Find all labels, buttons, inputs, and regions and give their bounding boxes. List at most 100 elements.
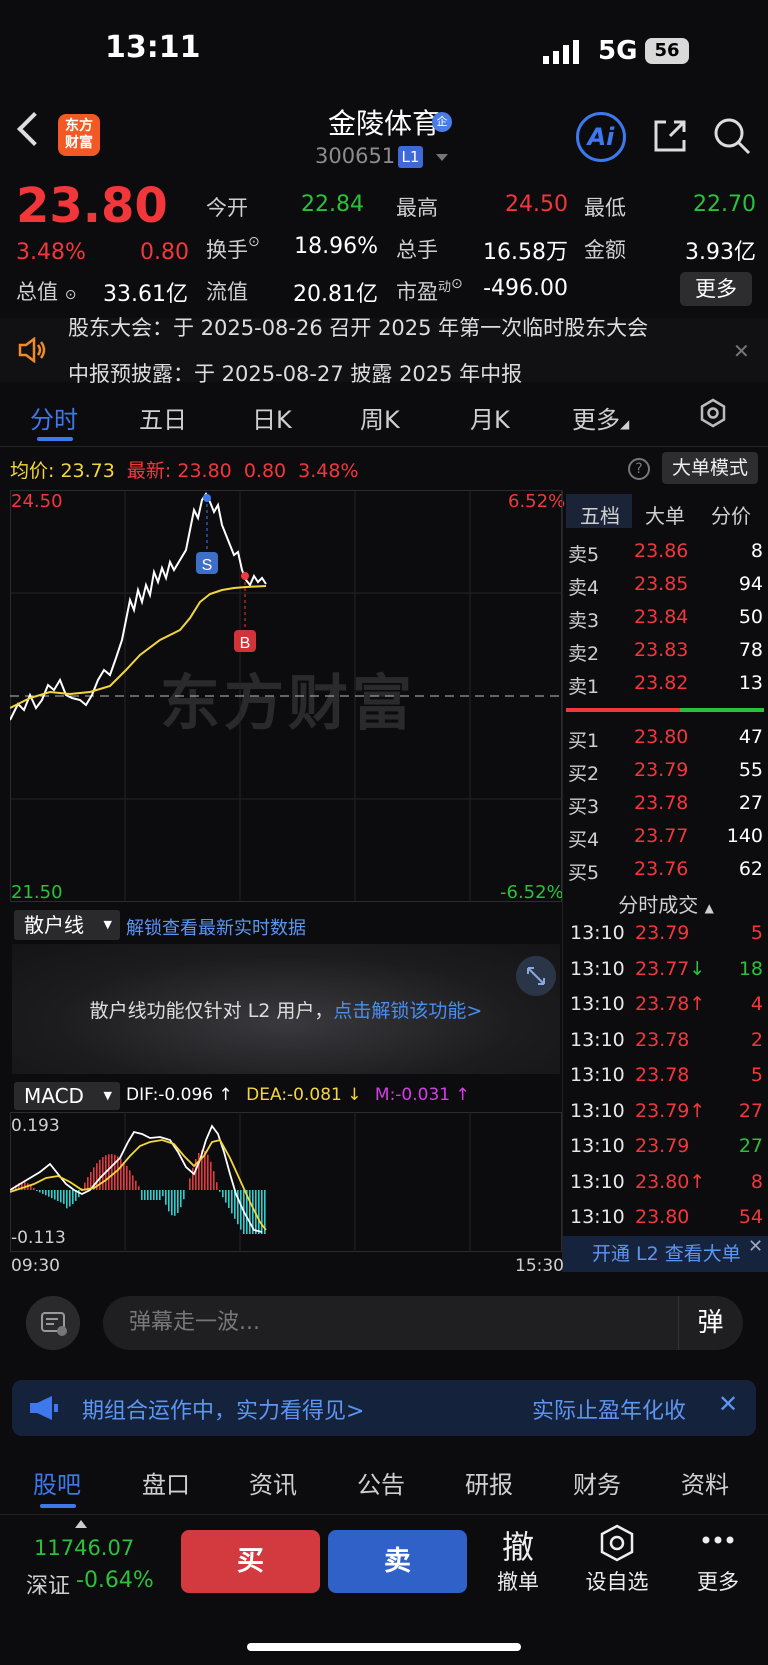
tick-price-value: 23.78 xyxy=(635,1028,690,1051)
sell-marker[interactable]: S xyxy=(196,552,218,574)
macd-bar xyxy=(258,1190,260,1234)
macd-bar xyxy=(48,1190,50,1197)
tick-price-value: 23.80 xyxy=(635,1206,690,1228)
tab-more[interactable]: 更多◢ xyxy=(572,400,629,435)
bid-volume: 140 xyxy=(726,825,763,847)
promo-text-secondary[interactable]: 实际止盈年化收 xyxy=(532,1393,686,1425)
tick-volume: 5 xyxy=(750,1064,763,1086)
amount-value: 3.93亿 xyxy=(685,240,756,265)
pe-label: 市盈动⊙ xyxy=(396,276,463,306)
side-tab-price-dist[interactable]: 分价 xyxy=(711,500,751,529)
tab-news[interactable]: 资讯 xyxy=(249,1465,297,1500)
tick-price: 23.80↑ xyxy=(635,1171,705,1193)
promo-text[interactable]: 期组合运作中，实力看得见> xyxy=(82,1393,364,1425)
tick-time: 13:10 xyxy=(570,1028,625,1051)
share-icon[interactable] xyxy=(652,118,688,154)
info-icon[interactable]: ⊙ xyxy=(451,276,463,292)
info-icon[interactable]: ⊙ xyxy=(248,234,260,250)
tab-profile[interactable]: 资料 xyxy=(681,1465,729,1500)
open-label: 今开 xyxy=(206,196,248,220)
macd-bar xyxy=(120,1158,122,1190)
current-price: 23.80 xyxy=(16,178,168,234)
buy-marker[interactable]: B xyxy=(234,630,256,652)
tab-five-day[interactable]: 五日 xyxy=(139,400,187,435)
index-name[interactable]: 深证 xyxy=(26,1568,70,1600)
ask-volume: 13 xyxy=(738,672,763,694)
ai-button[interactable]: Ai xyxy=(576,112,626,162)
help-icon[interactable]: ? xyxy=(628,458,650,480)
ask-volume: 50 xyxy=(738,606,763,628)
tab-weekly-k[interactable]: 周K xyxy=(360,400,400,435)
retail-unlock-link[interactable]: 解锁查看最新实时数据 xyxy=(126,914,306,940)
sell-button[interactable]: 卖 xyxy=(328,1530,467,1593)
close-icon[interactable]: ✕ xyxy=(748,1236,763,1257)
danmu-input[interactable]: 弹幕走一波... xyxy=(103,1296,743,1350)
macd-select[interactable]: MACD ▼ xyxy=(14,1082,120,1110)
tab-forum[interactable]: 股吧 xyxy=(33,1465,81,1500)
gear-icon[interactable] xyxy=(698,398,728,428)
cancel-order-icon[interactable]: 撤 xyxy=(488,1522,548,1566)
pct-axis-bottom: -6.52% xyxy=(500,882,564,903)
high-value: 24.50 xyxy=(505,192,568,217)
macd-dea: DEA:-0.081 ↓ xyxy=(246,1085,362,1105)
pe-dynamic-sup: 动 xyxy=(438,280,452,295)
macd-bar xyxy=(207,1154,209,1190)
notice-line-1[interactable]: 股东大会：于 2025-08-26 召开 2025 年第一次临时股东大会 xyxy=(68,312,648,342)
macd-bar xyxy=(57,1190,59,1201)
big-order-mode-button[interactable]: 大单模式 xyxy=(662,452,758,484)
macd-bar xyxy=(168,1190,170,1212)
buy-button[interactable]: 买 xyxy=(181,1530,320,1593)
tick-volume: 5 xyxy=(750,922,763,944)
tab-research[interactable]: 研报 xyxy=(465,1465,513,1500)
macd-bar xyxy=(39,1190,41,1193)
search-icon[interactable] xyxy=(713,117,751,155)
index-value[interactable]: 11746.07 xyxy=(34,1536,134,1560)
close-icon[interactable]: ✕ xyxy=(718,1390,738,1418)
expand-icon[interactable] xyxy=(516,956,556,996)
macd-bar xyxy=(129,1170,131,1190)
add-watchlist-icon[interactable] xyxy=(599,1524,635,1562)
tab-market-depth[interactable]: 盘口 xyxy=(142,1465,190,1500)
close-icon[interactable]: ✕ xyxy=(733,339,750,363)
low-value: 22.70 xyxy=(693,192,756,217)
l2-upgrade-banner[interactable]: 开通 L2 查看大单 xyxy=(562,1236,768,1272)
tab-finance[interactable]: 财务 xyxy=(573,1465,621,1500)
stock-code: 300651 xyxy=(315,144,396,168)
danmu-toggle-button[interactable]: 弹 xyxy=(678,1296,742,1350)
tab-monthly-k[interactable]: 月K xyxy=(470,400,510,435)
change-percent: 3.48% xyxy=(16,240,86,265)
cancel-order-label[interactable]: 撤单 xyxy=(478,1566,558,1596)
tick-price-value: 23.80 xyxy=(635,1170,690,1193)
more-label[interactable]: 更多 xyxy=(678,1566,758,1596)
notice-line-2[interactable]: 中报预披露：于 2025-08-27 披露 2025 年中报 xyxy=(68,358,522,388)
ask-price: 23.83 xyxy=(634,639,689,661)
megaphone-icon xyxy=(30,1396,58,1420)
side-tab-big-orders[interactable]: 大单 xyxy=(645,500,685,529)
index-pct[interactable]: -0.64% xyxy=(76,1568,154,1593)
tab-intraday[interactable]: 分时 xyxy=(30,400,78,435)
macd-bar xyxy=(126,1165,128,1190)
danmu-settings-icon[interactable] xyxy=(26,1296,80,1350)
float-cap-label: 流值 xyxy=(206,280,248,304)
tick-price-value: 23.77 xyxy=(635,957,690,980)
bid-price: 23.80 xyxy=(634,726,689,748)
side-tab-level5[interactable]: 五档 xyxy=(580,500,620,529)
retail-line-select[interactable]: 散户线 ▼ xyxy=(14,910,120,940)
macd-bar xyxy=(135,1180,137,1190)
add-watchlist-label[interactable]: 设自选 xyxy=(577,1566,657,1596)
intraday-chart[interactable]: S B xyxy=(10,490,562,902)
avg-value: 23.73 xyxy=(60,460,115,482)
tab-announcements[interactable]: 公告 xyxy=(357,1465,405,1500)
tab-daily-k[interactable]: 日K xyxy=(252,400,292,435)
bid-price: 23.76 xyxy=(634,858,689,880)
retail-unlock-feature-link[interactable]: 点击解锁该功能> xyxy=(333,1000,482,1022)
more-quote-button[interactable]: 更多 xyxy=(680,272,752,306)
divider xyxy=(0,1514,768,1515)
macd-bar xyxy=(231,1190,233,1214)
macd-chart[interactable] xyxy=(10,1112,562,1252)
ticks-title[interactable]: 分时成交 ▲ xyxy=(566,889,766,918)
chevron-down-icon[interactable] xyxy=(436,154,448,161)
more-dots-icon[interactable] xyxy=(700,1534,736,1546)
macd-dif: DIF:-0.096 ↑ xyxy=(126,1085,233,1105)
info-icon[interactable]: ⊙ xyxy=(65,287,77,303)
